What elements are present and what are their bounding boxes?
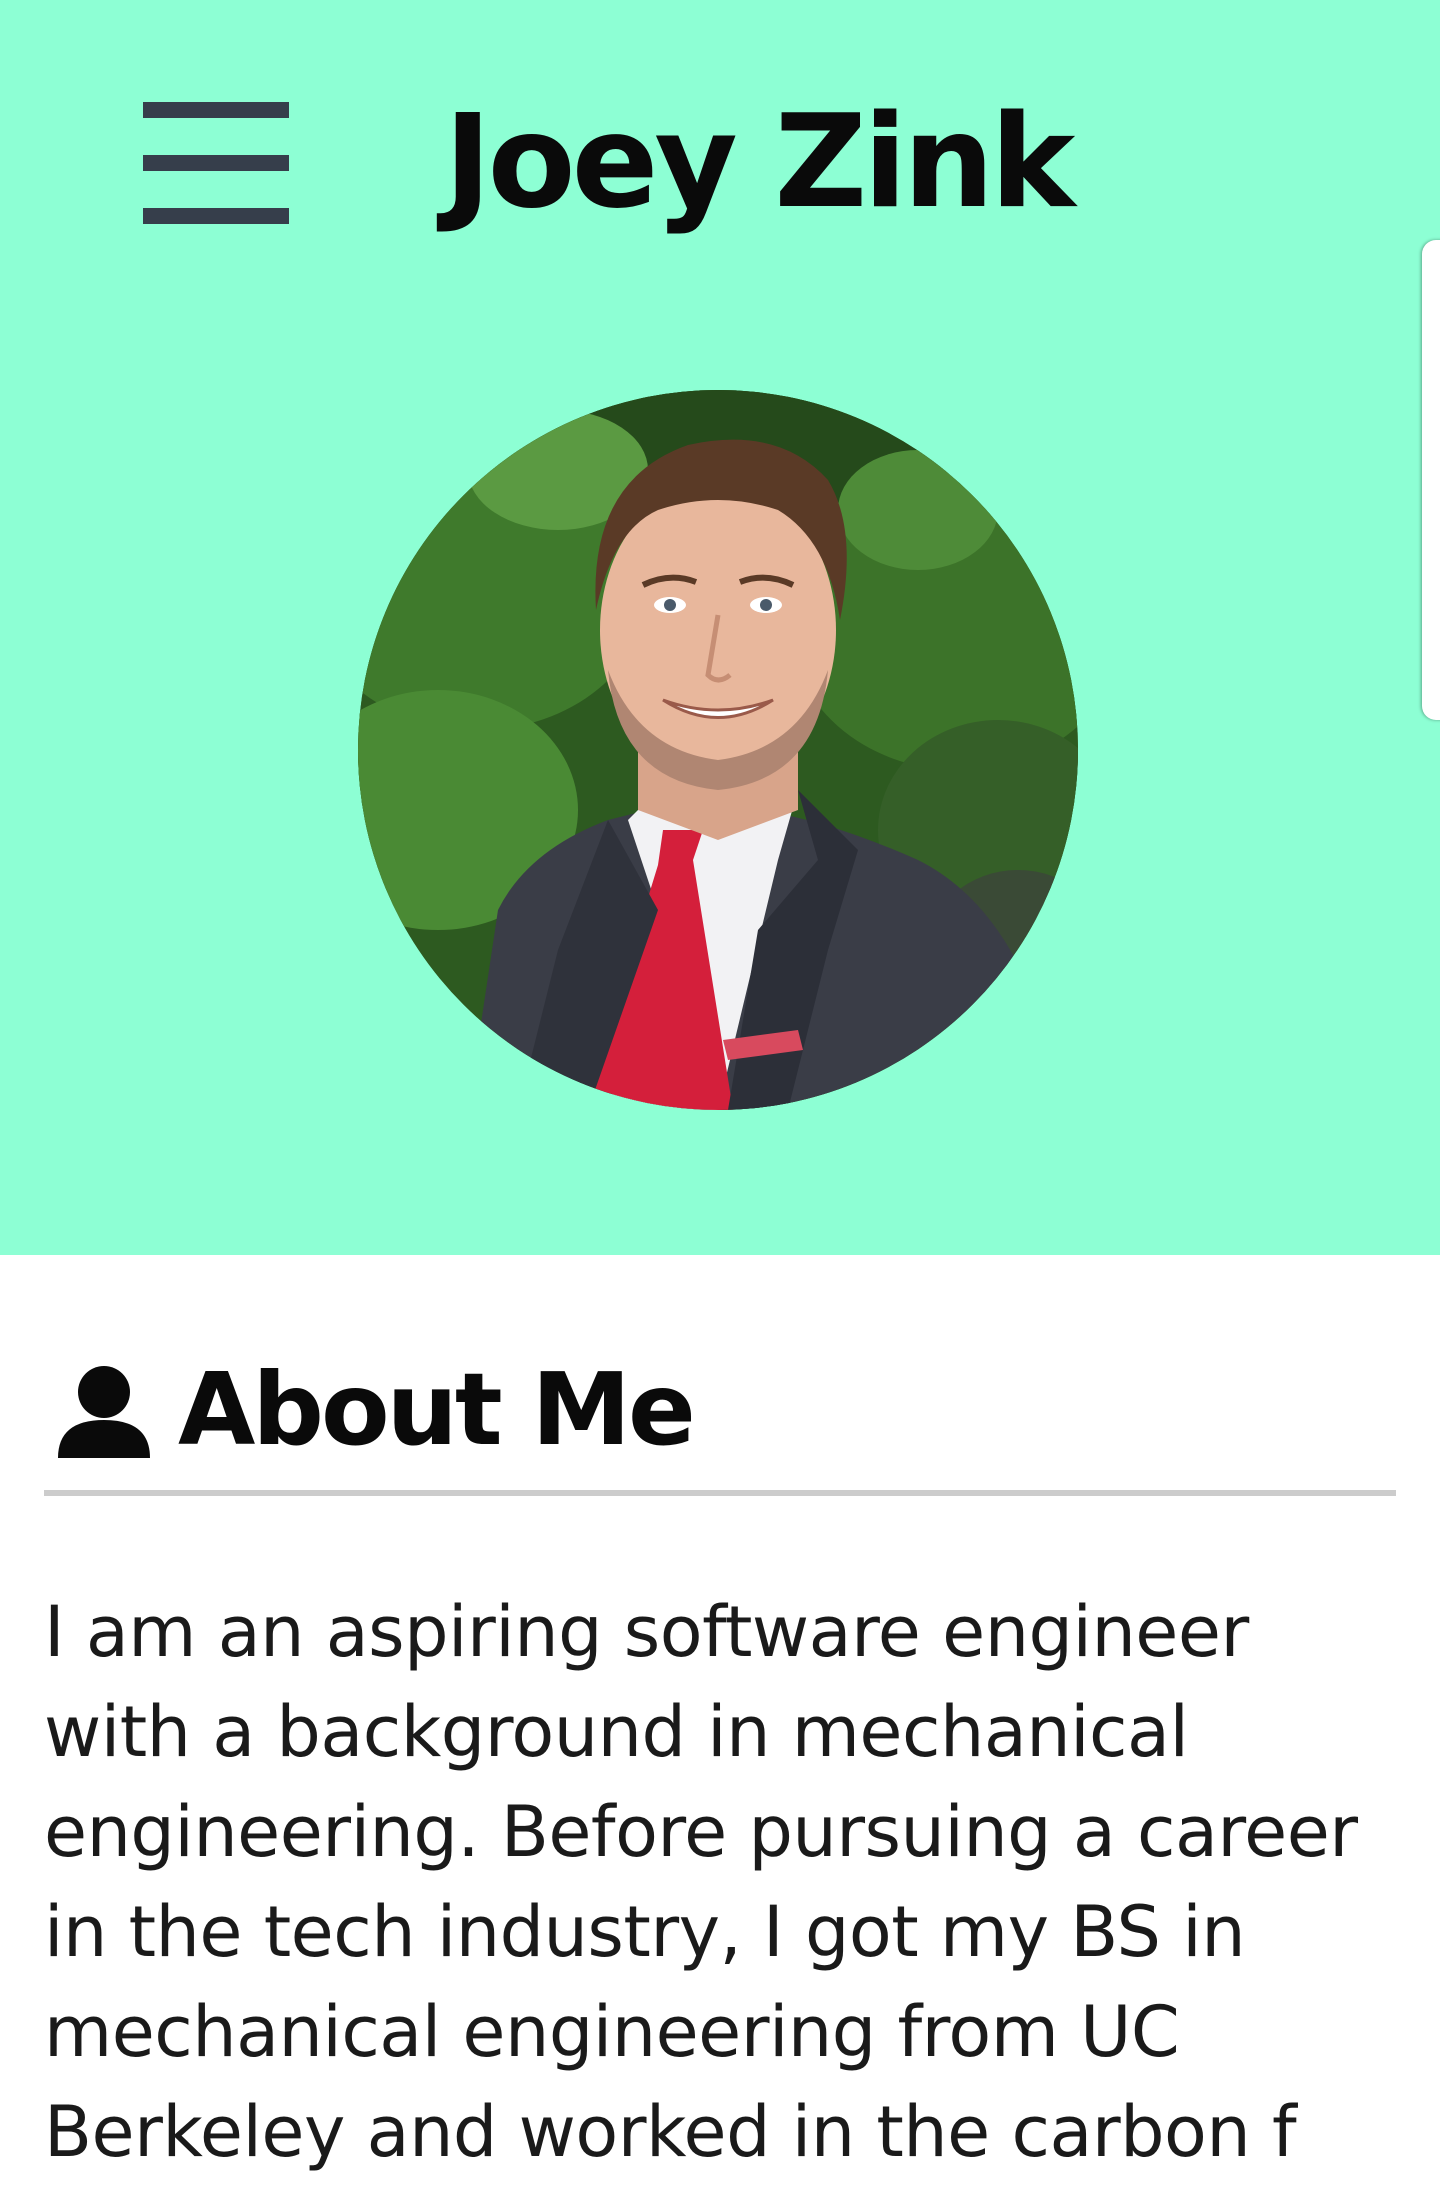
menu-bar-top: [143, 102, 289, 118]
site-title: Joey Zink: [444, 88, 1075, 237]
hero-section: Joey Zink: [0, 0, 1440, 1255]
about-me-heading: About Me: [44, 1350, 1396, 1468]
section-divider: [44, 1490, 1396, 1496]
profile-photo: [358, 390, 1078, 1110]
menu-bar-bottom: [143, 208, 289, 224]
section-title: About Me: [178, 1351, 696, 1468]
menu-bar-middle: [143, 155, 289, 171]
person-icon: [58, 1366, 150, 1458]
about-me-text: I am an aspiring software engineer with …: [44, 1591, 1358, 2173]
scroll-handle[interactable]: [1422, 240, 1440, 720]
hamburger-menu-icon[interactable]: [143, 102, 289, 224]
